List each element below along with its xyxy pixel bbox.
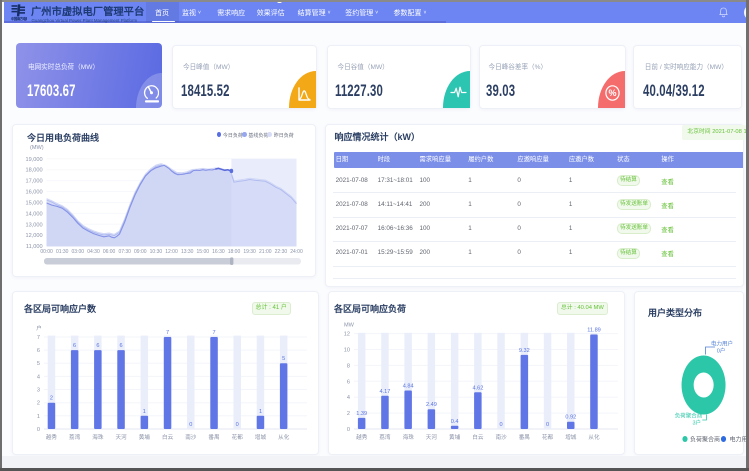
svg-text:1: 1 [143, 409, 146, 415]
svg-text:15:00: 15:00 [196, 249, 209, 255]
svg-text:天河: 天河 [115, 433, 127, 441]
svg-text:19:30: 19:30 [243, 249, 256, 255]
svg-text:2: 2 [50, 396, 53, 402]
svg-text:0: 0 [346, 427, 349, 433]
svg-text:04:30: 04:30 [87, 249, 100, 255]
svg-text:海珠: 海珠 [92, 433, 104, 441]
svg-text:负荷聚合商: 负荷聚合商 [675, 412, 703, 420]
svg-text:白云: 白云 [472, 433, 484, 441]
svg-text:从化: 从化 [588, 433, 600, 441]
svg-text:4.17: 4.17 [379, 389, 390, 395]
svg-text:15,000: 15,000 [25, 201, 42, 207]
svg-text:16,000: 16,000 [25, 190, 42, 196]
svg-text:%: % [608, 88, 616, 98]
svg-text:荔湾: 荔湾 [379, 433, 391, 441]
svg-text:0.4: 0.4 [450, 419, 458, 425]
svg-text:黄埔: 黄埔 [448, 433, 460, 441]
svg-text:19,000: 19,000 [25, 157, 42, 163]
svg-text:电力用户: 电力用户 [711, 340, 733, 348]
svg-text:22:30: 22:30 [274, 249, 287, 255]
svg-text:增城: 增城 [255, 433, 267, 441]
svg-text:10: 10 [343, 348, 349, 354]
svg-text:2: 2 [37, 401, 40, 407]
svg-text:5: 5 [282, 356, 285, 362]
svg-text:1: 1 [37, 414, 40, 420]
svg-text:06:00: 06:00 [103, 249, 116, 255]
svg-text:8: 8 [346, 363, 349, 369]
svg-text:14,000: 14,000 [25, 211, 42, 217]
svg-text:16:30: 16:30 [212, 249, 225, 255]
svg-text:7: 7 [212, 330, 215, 336]
svg-text:2: 2 [346, 411, 349, 417]
svg-text:6: 6 [37, 348, 40, 354]
svg-text:7: 7 [166, 330, 169, 336]
svg-text:12,000: 12,000 [25, 233, 42, 239]
svg-text:荔湾: 荔湾 [69, 433, 81, 441]
svg-text:0: 0 [189, 422, 192, 428]
svg-text:18:00: 18:00 [228, 249, 241, 255]
svg-text:11.89: 11.89 [587, 328, 601, 334]
svg-text:南沙: 南沙 [185, 433, 197, 441]
svg-text:越秀: 越秀 [356, 433, 368, 441]
svg-text:3: 3 [37, 388, 40, 394]
svg-text:4.84: 4.84 [402, 384, 413, 390]
svg-text:户: 户 [36, 324, 42, 332]
svg-text:1.39: 1.39 [356, 411, 367, 417]
svg-text:21:00: 21:00 [259, 249, 272, 255]
svg-text:5: 5 [37, 361, 40, 367]
svg-text:3户: 3户 [692, 419, 701, 427]
svg-text:0: 0 [545, 422, 548, 428]
svg-text:00:00: 00:00 [40, 249, 53, 255]
svg-text:6: 6 [119, 343, 122, 349]
svg-text:0户: 0户 [717, 347, 726, 355]
svg-text:17,000: 17,000 [25, 179, 42, 185]
svg-text:电力用户: 电力用户 [730, 436, 748, 444]
svg-text:24:00: 24:00 [290, 249, 303, 255]
svg-text:0: 0 [37, 427, 40, 433]
svg-text:番禺: 番禺 [518, 434, 530, 441]
svg-text:增城: 增城 [565, 433, 577, 441]
svg-text:番禺: 番禺 [208, 434, 220, 441]
svg-text:白云: 白云 [162, 433, 174, 441]
svg-text:13,000: 13,000 [25, 222, 42, 228]
svg-text:7: 7 [37, 335, 40, 341]
svg-text:9.32: 9.32 [518, 348, 529, 354]
svg-text:12:00: 12:00 [165, 249, 178, 255]
svg-text:07:30: 07:30 [118, 249, 131, 255]
svg-text:1: 1 [259, 409, 262, 415]
svg-text:0.92: 0.92 [565, 415, 576, 421]
svg-text:4: 4 [37, 374, 40, 380]
svg-text:4: 4 [346, 395, 349, 401]
svg-text:6: 6 [96, 343, 99, 349]
svg-text:黄埔: 黄埔 [138, 433, 150, 441]
svg-text:6: 6 [346, 379, 349, 385]
svg-text:0: 0 [499, 422, 502, 428]
svg-text:从化: 从化 [278, 433, 290, 441]
svg-text:2.49: 2.49 [425, 402, 436, 408]
svg-text:01:30: 01:30 [56, 249, 69, 255]
svg-text:中国南方电网: 中国南方电网 [11, 16, 27, 21]
svg-text:6: 6 [73, 343, 76, 349]
svg-text:负荷聚合商: 负荷聚合商 [690, 436, 720, 444]
svg-text:12: 12 [343, 332, 349, 338]
svg-text:18,000: 18,000 [25, 168, 42, 174]
svg-text:花都: 花都 [231, 433, 243, 441]
svg-text:天河: 天河 [425, 433, 437, 441]
svg-text:4.62: 4.62 [472, 385, 483, 391]
svg-text:03:00: 03:00 [71, 249, 84, 255]
svg-text:越秀: 越秀 [46, 433, 58, 441]
svg-text:0: 0 [235, 422, 238, 428]
svg-text:10:30: 10:30 [149, 249, 162, 255]
svg-text:MW: MW [344, 323, 355, 329]
svg-text:13:30: 13:30 [181, 249, 194, 255]
svg-text:海珠: 海珠 [402, 433, 414, 441]
svg-text:(MW): (MW) [30, 145, 44, 151]
svg-text:南沙: 南沙 [495, 433, 507, 441]
svg-text:花都: 花都 [541, 433, 553, 441]
svg-text:09:00: 09:00 [134, 249, 147, 255]
